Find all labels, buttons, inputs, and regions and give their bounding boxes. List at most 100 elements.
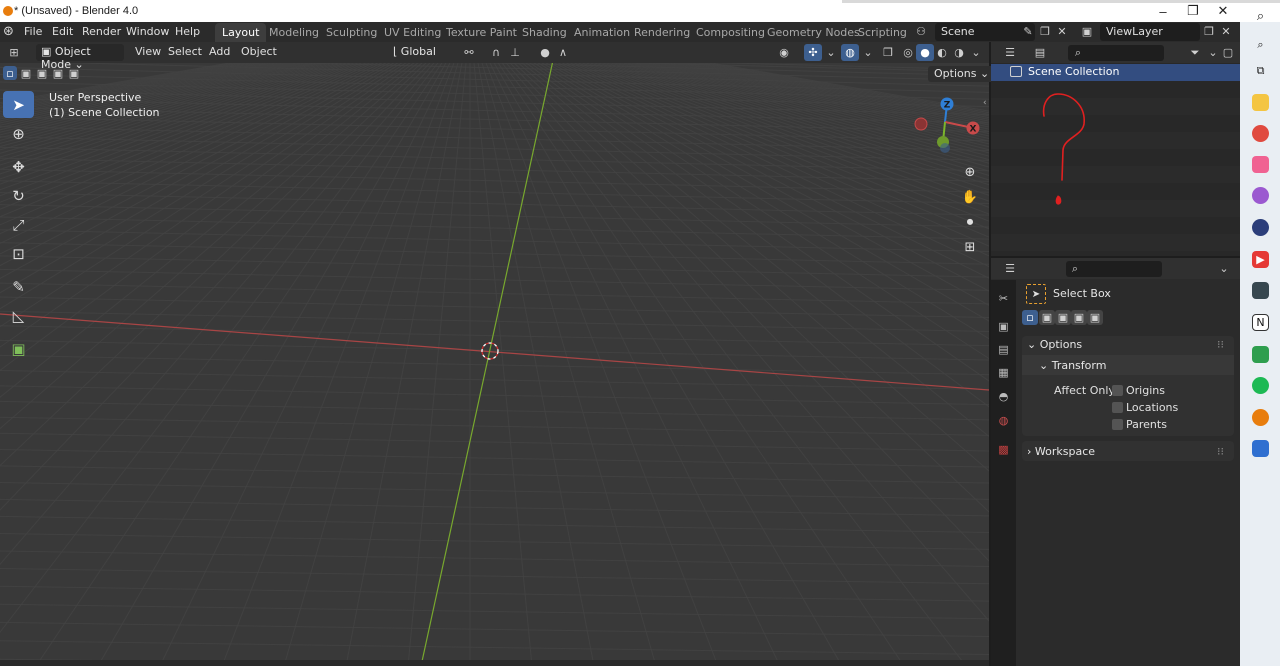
- tool-select-box[interactable]: ➤: [3, 91, 34, 118]
- view-layer-tab-icon[interactable]: ▦: [994, 363, 1013, 382]
- grid-view-icon[interactable]: ⊞: [960, 237, 980, 257]
- rendered-shading-icon[interactable]: ◑: [950, 44, 968, 61]
- file-explorer-icon[interactable]: [1252, 94, 1269, 111]
- tab-uv-editing[interactable]: UV Editing: [377, 23, 448, 42]
- chrome-icon[interactable]: [1252, 125, 1269, 142]
- select-subtract-icon[interactable]: ▣: [35, 66, 49, 80]
- app-icon-3[interactable]: [1252, 346, 1269, 363]
- locations-checkbox[interactable]: [1112, 402, 1123, 413]
- orientation-dropdown[interactable]: ⌊ Global: [388, 44, 454, 61]
- wireframe-shading-icon[interactable]: ◎: [899, 44, 917, 61]
- select-subtract-icon[interactable]: ▣: [1055, 310, 1071, 325]
- tool-measure[interactable]: ◺: [3, 302, 34, 329]
- select-intersect-icon[interactable]: ▣: [1087, 310, 1103, 325]
- workspace-panel-header[interactable]: › Workspace: [1027, 445, 1095, 458]
- view-layer-field[interactable]: ViewLayer: [1100, 23, 1200, 41]
- youtube-icon[interactable]: ▶: [1252, 251, 1269, 268]
- tab-layout[interactable]: Layout: [215, 23, 267, 42]
- solid-shading-icon[interactable]: ●: [916, 44, 934, 61]
- select-invert-icon[interactable]: ▣: [1071, 310, 1087, 325]
- new-view-layer-icon[interactable]: ❐: [1200, 23, 1218, 40]
- photos-icon[interactable]: [1252, 187, 1269, 204]
- camera-icon[interactable]: ⏺: [960, 212, 980, 232]
- blender-menu-icon[interactable]: ⊛: [3, 25, 17, 39]
- view-layer-browse-icon[interactable]: ▣: [1078, 23, 1096, 40]
- search-icon[interactable]: ⌕: [1252, 36, 1269, 53]
- tab-modeling[interactable]: Modeling: [262, 23, 326, 42]
- falloff-icon[interactable]: ∧: [554, 44, 572, 61]
- origins-checkbox[interactable]: [1112, 385, 1123, 396]
- tab-rendering[interactable]: Rendering: [627, 23, 697, 42]
- outliner-editor-type-icon[interactable]: ☰: [1001, 44, 1019, 61]
- menu-select[interactable]: Select: [168, 45, 202, 58]
- menu-help[interactable]: Help: [175, 25, 200, 38]
- close-button[interactable]: ✕: [1208, 2, 1238, 20]
- pan-hand-icon[interactable]: ✋: [960, 187, 980, 207]
- options-panel-header[interactable]: ⌄ Options: [1027, 338, 1082, 351]
- task-view-icon[interactable]: ⧉: [1252, 62, 1269, 79]
- davinci-icon[interactable]: [1252, 219, 1269, 236]
- notion-icon[interactable]: N: [1252, 314, 1269, 331]
- search-icon[interactable]: ⌕: [1252, 8, 1269, 25]
- delete-scene-icon[interactable]: ✕: [1053, 23, 1071, 40]
- navigation-gizmo[interactable]: Z X: [905, 92, 985, 156]
- gizmo-toggle-icon[interactable]: ✣: [804, 44, 822, 61]
- xray-icon[interactable]: ❒: [879, 44, 897, 61]
- tool-tab-icon[interactable]: ✂: [994, 289, 1013, 308]
- pin-icon[interactable]: ✎: [1019, 23, 1037, 40]
- visibility-icon[interactable]: ◉: [775, 44, 793, 61]
- proportional-edit-icon[interactable]: ●: [536, 44, 554, 61]
- display-mode-icon[interactable]: ▤: [1031, 44, 1049, 61]
- scene-browse-icon[interactable]: ⚇: [912, 23, 930, 40]
- drag-handle-icon[interactable]: ⁝⁝: [1217, 445, 1224, 458]
- tool-transform[interactable]: ⊡: [3, 240, 34, 267]
- overlay-toggle-icon[interactable]: ◍: [841, 44, 859, 61]
- tab-texture-paint[interactable]: Texture Paint: [439, 23, 524, 42]
- menu-edit[interactable]: Edit: [52, 25, 73, 38]
- chevron-down-icon[interactable]: ⌄: [859, 44, 877, 61]
- tool-annotate[interactable]: ✎: [3, 273, 34, 300]
- tool-cursor[interactable]: ⊕: [3, 120, 34, 147]
- tool-add-cube[interactable]: ▣: [3, 335, 34, 362]
- options-button[interactable]: Options ⌄: [928, 66, 996, 82]
- properties-editor-type-icon[interactable]: ☰: [1001, 260, 1019, 277]
- tool-rotate[interactable]: ↻: [3, 182, 34, 209]
- new-scene-icon[interactable]: ❐: [1036, 23, 1054, 40]
- maximize-button[interactable]: ❐: [1178, 2, 1208, 20]
- sidebar-toggle-icon[interactable]: ‹: [983, 98, 987, 108]
- select-intersect-icon[interactable]: ▣: [67, 66, 81, 80]
- outliner-row-scene-collection[interactable]: Scene Collection: [991, 64, 1240, 81]
- texture-tab-icon[interactable]: ▩: [994, 440, 1013, 459]
- material-shading-icon[interactable]: ◐: [933, 44, 951, 61]
- new-collection-icon[interactable]: ▢: [1219, 44, 1237, 61]
- zoom-icon[interactable]: ⊕: [960, 162, 980, 182]
- snap-target-icon[interactable]: ⊥: [506, 44, 524, 61]
- parents-checkbox[interactable]: [1112, 419, 1123, 430]
- editor-type-icon[interactable]: ⊞: [5, 44, 23, 61]
- menu-add[interactable]: Add: [209, 45, 230, 58]
- app-icon-2[interactable]: [1252, 282, 1269, 299]
- tool-move[interactable]: ✥: [3, 153, 34, 180]
- output-tab-icon[interactable]: ▤: [994, 340, 1013, 359]
- tab-shading[interactable]: Shading: [515, 23, 574, 42]
- select-new-icon[interactable]: ▫: [1022, 310, 1038, 325]
- world-tab-icon[interactable]: ◍: [994, 411, 1013, 430]
- menu-render[interactable]: Render: [82, 25, 121, 38]
- snap-icon[interactable]: ∩: [487, 44, 505, 61]
- transform-subpanel-header[interactable]: ⌄ Transform: [1039, 359, 1106, 372]
- render-tab-icon[interactable]: ▣: [994, 317, 1013, 336]
- scene-tab-icon[interactable]: ◓: [994, 387, 1013, 406]
- chevron-down-icon[interactable]: ⌄: [967, 44, 985, 61]
- 3d-viewport[interactable]: [0, 42, 989, 666]
- drag-handle-icon[interactable]: ⁝⁝: [1217, 338, 1224, 351]
- document-icon[interactable]: [1252, 440, 1269, 457]
- menu-file[interactable]: File: [24, 25, 42, 38]
- tab-sculpting[interactable]: Sculpting: [319, 23, 384, 42]
- filter-icon[interactable]: ⏷: [1186, 44, 1204, 61]
- app-icon[interactable]: [1252, 156, 1269, 173]
- select-extend-icon[interactable]: ▣: [19, 66, 33, 80]
- select-extend-icon[interactable]: ▣: [1039, 310, 1055, 325]
- chevron-down-icon[interactable]: ⌄: [822, 44, 840, 61]
- menu-view[interactable]: View: [135, 45, 161, 58]
- select-invert-icon[interactable]: ▣: [51, 66, 65, 80]
